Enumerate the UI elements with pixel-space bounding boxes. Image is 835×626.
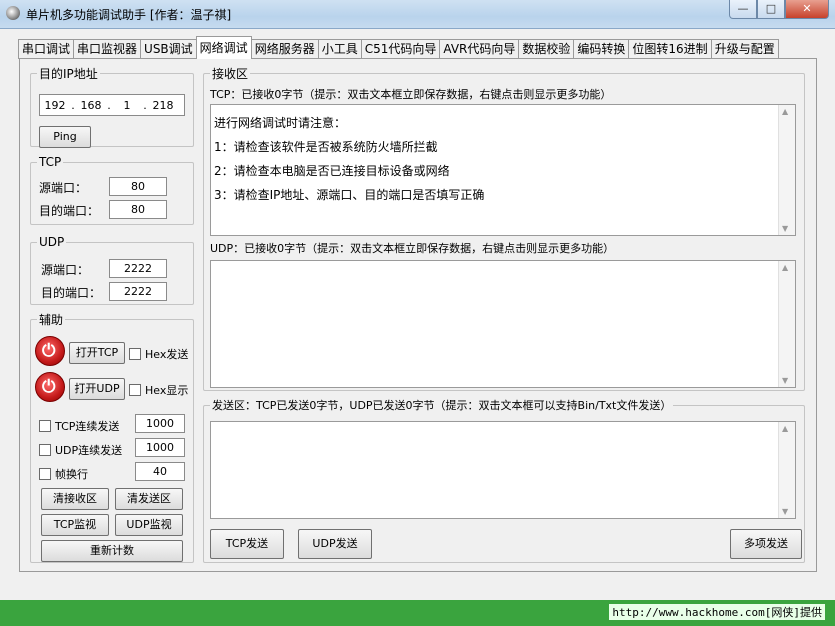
scroll-down-icon[interactable]: ▼ bbox=[782, 507, 788, 516]
ip-octet-1[interactable]: 192 bbox=[40, 99, 70, 112]
target-ip-legend: 目的IP地址 bbox=[39, 67, 98, 81]
tcp-send-button[interactable]: TCP发送 bbox=[210, 529, 284, 559]
tcp-continuous-checkbox[interactable]: TCP连续发送 bbox=[39, 418, 119, 434]
scroll-down-icon[interactable]: ▼ bbox=[782, 224, 788, 233]
send-group: 发送区：TCP已发送0字节，UDP已发送0字节（提示：双击文本框可以支持Bin/… bbox=[203, 397, 805, 563]
receive-legend: 接收区 bbox=[212, 67, 249, 81]
minimize-button[interactable]: — bbox=[729, 0, 757, 19]
tab-encoding-convert[interactable]: 编码转换 bbox=[573, 39, 630, 59]
tab-avr-wizard[interactable]: AVR代码向导 bbox=[439, 39, 520, 59]
udp-dst-port-input[interactable]: 2222 bbox=[109, 282, 167, 301]
tcp-port-group: TCP 源端口： 80 目的端口： 80 bbox=[30, 155, 194, 225]
maximize-button[interactable]: □ bbox=[757, 0, 785, 19]
tcp-legend: TCP bbox=[39, 155, 62, 169]
tcp-power-icon[interactable]: ⏻ bbox=[35, 336, 65, 366]
hex-show-checkbox[interactable]: Hex显示 bbox=[129, 382, 188, 398]
assist-legend: 辅助 bbox=[39, 313, 64, 327]
scroll-down-icon[interactable]: ▼ bbox=[782, 376, 788, 385]
udp-port-group: UDP 源端口： 2222 目的端口： 2222 bbox=[30, 235, 194, 305]
udp-src-port-input[interactable]: 2222 bbox=[109, 259, 167, 278]
tab-network-debug[interactable]: 网络调试 bbox=[195, 36, 252, 59]
tcp-continuous-label: TCP连续发送 bbox=[55, 420, 120, 433]
clear-receive-button[interactable]: 清接收区 bbox=[41, 488, 109, 510]
udp-legend: UDP bbox=[39, 235, 65, 249]
hex-send-checkbox[interactable]: Hex发送 bbox=[129, 346, 188, 362]
udp-receive-textarea[interactable]: ▲ ▼ bbox=[210, 260, 796, 388]
udp-continuous-label: UDP连续发送 bbox=[55, 444, 123, 457]
scroll-up-icon[interactable]: ▲ bbox=[782, 107, 788, 116]
title-bar: 单片机多功能调试助手 [作者：温子祺] — □ ✕ bbox=[0, 0, 835, 29]
tab-network-server[interactable]: 网络服务器 bbox=[250, 39, 319, 59]
tab-serial-monitor[interactable]: 串口监视器 bbox=[73, 39, 142, 59]
udp-dst-port-label: 目的端口： bbox=[41, 286, 102, 300]
udp-continuous-checkbox[interactable]: UDP连续发送 bbox=[39, 442, 122, 458]
tcp-receive-textarea[interactable]: 进行网络调试时请注意： 1：请检查该软件是否被系统防火墙所拦截 2：请检查本电脑… bbox=[210, 104, 796, 236]
tcp-dst-port-label: 目的端口： bbox=[39, 204, 100, 218]
send-legend: 发送区：TCP已发送0字节，UDP已发送0字节（提示：双击文本框可以支持Bin/… bbox=[212, 399, 672, 412]
udp-send-button[interactable]: UDP发送 bbox=[298, 529, 372, 559]
ping-button[interactable]: Ping bbox=[39, 126, 91, 148]
tab-data-checksum[interactable]: 数据校验 bbox=[518, 39, 575, 59]
receive-group: 接收区 TCP：已接收0字节（提示：双击文本框立即保存数据，右键点击则显示更多功… bbox=[203, 65, 805, 391]
app-icon bbox=[6, 6, 20, 20]
open-udp-button[interactable]: 打开UDP bbox=[69, 378, 125, 400]
close-button[interactable]: ✕ bbox=[785, 0, 829, 19]
send-textarea[interactable]: ▲ ▼ bbox=[210, 421, 796, 519]
receive-note-title: 进行网络调试时请注意： bbox=[214, 116, 347, 130]
udp-power-icon[interactable]: ⏻ bbox=[35, 372, 65, 402]
tcp-dst-port-input[interactable]: 80 bbox=[109, 200, 167, 219]
tcp-continuous-interval-input[interactable]: 1000 bbox=[135, 414, 185, 433]
scroll-up-icon[interactable]: ▲ bbox=[782, 263, 788, 272]
frame-newline-input[interactable]: 40 bbox=[135, 462, 185, 481]
ip-octet-3[interactable]: 1 bbox=[112, 99, 142, 112]
status-text: http://www.hackhome.com[网侠]提供 bbox=[609, 604, 825, 620]
hex-send-label: Hex发送 bbox=[145, 348, 189, 361]
tab-bitmap-to-hex[interactable]: 位图转16进制 bbox=[628, 39, 712, 59]
receive-note-2: 2：请检查本电脑是否已连接目标设备或网络 bbox=[214, 164, 450, 178]
tcp-src-port-input[interactable]: 80 bbox=[109, 177, 167, 196]
tab-small-tools[interactable]: 小工具 bbox=[317, 39, 362, 59]
tab-serial-debug[interactable]: 串口调试 bbox=[18, 39, 75, 59]
udp-src-port-label: 源端口： bbox=[41, 263, 90, 277]
ip-octet-2[interactable]: 168 bbox=[76, 99, 106, 112]
network-debug-panel: 目的IP地址 192. 168. 1. 218 Ping TCP 源端口： 80… bbox=[19, 58, 817, 572]
tcp-src-port-label: 源端口： bbox=[39, 181, 88, 195]
tcp-monitor-button[interactable]: TCP监视 bbox=[41, 514, 109, 536]
tcp-receive-header: TCP：已接收0字节（提示：双击文本框立即保存数据，右键点击则显示更多功能） bbox=[210, 88, 612, 101]
udp-receive-scrollbar[interactable]: ▲ ▼ bbox=[778, 261, 795, 387]
ip-address-input[interactable]: 192. 168. 1. 218 bbox=[39, 94, 185, 116]
send-scrollbar[interactable]: ▲ ▼ bbox=[778, 422, 795, 518]
window-controls: — □ ✕ bbox=[729, 0, 829, 20]
tab-upgrade-config[interactable]: 升级与配置 bbox=[710, 39, 779, 59]
udp-receive-header: UDP：已接收0字节（提示：双击文本框立即保存数据，右键点击则显示更多功能） bbox=[210, 242, 615, 255]
hex-show-label: Hex显示 bbox=[145, 384, 189, 397]
target-ip-group: 目的IP地址 192. 168. 1. 218 Ping bbox=[30, 65, 194, 148]
udp-monitor-button[interactable]: UDP监视 bbox=[115, 514, 183, 536]
recount-button[interactable]: 重新计数 bbox=[41, 540, 183, 562]
clear-send-button[interactable]: 清发送区 bbox=[115, 488, 183, 510]
tab-strip: 串口调试 串口监视器 USB调试 网络调试 网络服务器 小工具 C51代码向导 … bbox=[18, 36, 779, 59]
udp-continuous-interval-input[interactable]: 1000 bbox=[135, 438, 185, 457]
ip-octet-4[interactable]: 218 bbox=[148, 99, 178, 112]
status-bar: http://www.hackhome.com[网侠]提供 bbox=[0, 600, 835, 626]
assist-group: 辅助 ⏻ 打开TCP Hex发送 ⏻ 打开UDP Hex显示 TCP连续发送 1… bbox=[30, 311, 194, 563]
frame-newline-label: 帧换行 bbox=[55, 468, 88, 481]
receive-note-1: 1：请检查该软件是否被系统防火墙所拦截 bbox=[214, 140, 438, 154]
frame-newline-checkbox[interactable]: 帧换行 bbox=[39, 466, 88, 482]
scroll-up-icon[interactable]: ▲ bbox=[782, 424, 788, 433]
tab-usb-debug[interactable]: USB调试 bbox=[140, 39, 197, 59]
window-title: 单片机多功能调试助手 [作者：温子祺] bbox=[26, 8, 232, 22]
multi-send-button[interactable]: 多项发送 bbox=[730, 529, 802, 559]
receive-note-3: 3：请检查IP地址、源端口、目的端口是否填写正确 bbox=[214, 188, 485, 202]
open-tcp-button[interactable]: 打开TCP bbox=[69, 342, 125, 364]
tab-c51-wizard[interactable]: C51代码向导 bbox=[360, 39, 441, 59]
tcp-receive-scrollbar[interactable]: ▲ ▼ bbox=[778, 105, 795, 235]
